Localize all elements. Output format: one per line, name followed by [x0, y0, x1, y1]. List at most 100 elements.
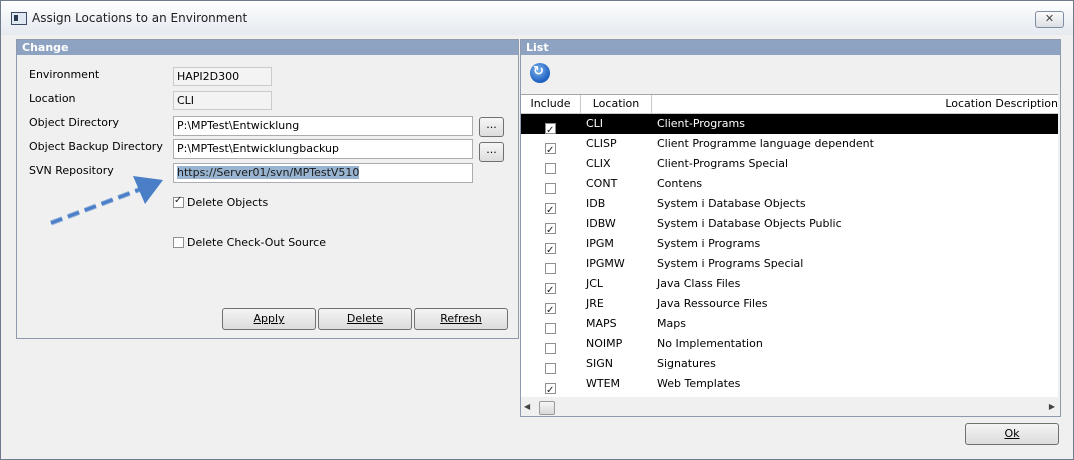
svn-repository-input[interactable]: https://Server01/svn/MPTestV510 — [173, 163, 473, 183]
table-row[interactable]: MAPS Maps — [521, 314, 1058, 334]
table-row[interactable]: JRE Java Ressource Files — [521, 294, 1058, 321]
include-checkbox[interactable] — [545, 121, 556, 141]
apply-button-label: Apply — [253, 312, 285, 325]
apply-button[interactable]: Apply — [222, 308, 316, 330]
horizontal-scrollbar[interactable]: ◀ ▶ — [522, 400, 1058, 415]
table-row[interactable]: NOIMP No Implementation — [521, 334, 1058, 354]
table-row[interactable]: IDBW System i Database Objects Public — [521, 214, 1058, 241]
annotation-arrow-icon — [50, 176, 163, 226]
location-code: IPGM — [586, 237, 614, 250]
location-code: JCL — [586, 277, 604, 290]
location-description: System i Programs Special — [657, 257, 804, 270]
environment-field: HAPI2D300 — [173, 67, 272, 86]
scroll-right-arrow-icon[interactable]: ▶ — [1049, 402, 1055, 411]
include-checkbox[interactable] — [545, 301, 556, 321]
refresh-button[interactable]: Refresh — [414, 308, 508, 330]
object-backup-directory-label: Object Backup Directory — [29, 140, 163, 153]
location-code: CLI — [586, 117, 604, 130]
location-description: Maps — [657, 317, 686, 330]
delete-checkout-option[interactable]: Delete Check-Out Source — [173, 235, 326, 249]
include-checkbox[interactable] — [545, 362, 556, 374]
location-code: IDBW — [586, 217, 616, 230]
ok-button[interactable]: Ok — [965, 423, 1059, 445]
object-directory-input[interactable]: P:\MPTest\Entwicklung — [173, 116, 473, 136]
location-code: JRE — [586, 297, 604, 310]
table-row[interactable]: IDB System i Database Objects — [521, 194, 1058, 221]
location-description: Client Programme language dependent — [657, 137, 874, 150]
location-code: CLIX — [586, 157, 611, 170]
app-window-icon — [11, 12, 27, 25]
location-code: IPGMW — [586, 257, 625, 270]
scrollbar-thumb[interactable] — [539, 401, 555, 415]
location-description: No Implementation — [657, 337, 763, 350]
location-code: WTEM — [586, 377, 621, 390]
list-panel-header: List — [521, 40, 1060, 55]
ok-button-label: Ok — [1004, 427, 1020, 440]
location-code: CLISP — [586, 137, 617, 150]
location-description: Web Templates — [657, 377, 741, 390]
column-header-include[interactable]: Include — [521, 95, 581, 113]
delete-checkout-checkbox[interactable] — [173, 236, 184, 248]
table-row[interactable]: JCL Java Class Files — [521, 274, 1058, 301]
location-description: Java Class Files — [657, 277, 741, 290]
delete-objects-label: Delete Objects — [187, 195, 269, 209]
refresh-button-label: Refresh — [440, 312, 482, 325]
location-description: Signatures — [657, 357, 716, 370]
location-code: MAPS — [586, 317, 617, 330]
table-row[interactable]: CLI Client-Programs — [521, 114, 1058, 141]
object-backup-directory-input[interactable]: P:\MPTest\Entwicklungbackup — [173, 139, 473, 159]
table-row[interactable]: CLISP Client Programme language dependen… — [521, 134, 1058, 161]
location-description: Client-Programs Special — [657, 157, 789, 170]
column-header-description[interactable]: Location Description — [652, 95, 1058, 113]
location-description: System i Database Objects Public — [657, 217, 842, 230]
object-directory-browse-button[interactable]: ... — [479, 117, 504, 137]
column-header-location[interactable]: Location — [581, 95, 652, 113]
table-row[interactable]: WTEM Web Templates — [521, 374, 1058, 397]
location-code: NOIMP — [586, 337, 623, 350]
object-directory-label: Object Directory — [29, 116, 120, 129]
include-checkbox[interactable] — [545, 241, 556, 261]
environment-label: Environment — [29, 68, 100, 81]
list-panel: List Include Location Location Descripti… — [520, 39, 1061, 417]
location-code: CONT — [586, 177, 618, 190]
location-description: System i Database Objects — [657, 197, 806, 210]
include-checkbox[interactable] — [545, 381, 556, 397]
table-row[interactable]: IPGM System i Programs — [521, 234, 1058, 261]
table-row[interactable]: SIGN Signatures — [521, 354, 1058, 374]
location-code: SIGN — [586, 357, 613, 370]
delete-objects-checkbox[interactable] — [173, 195, 184, 208]
location-label: Location — [29, 92, 76, 105]
window-title: Assign Locations to an Environment — [32, 11, 248, 25]
include-checkbox[interactable] — [545, 342, 556, 354]
close-button[interactable]: ✕ — [1035, 11, 1064, 28]
location-description: Contens — [657, 177, 703, 190]
include-checkbox[interactable] — [545, 221, 556, 241]
include-checkbox[interactable] — [545, 322, 556, 334]
location-description: Client-Programs — [657, 117, 745, 130]
delete-button[interactable]: Delete — [318, 308, 412, 330]
scroll-left-arrow-icon[interactable]: ◀ — [524, 402, 530, 411]
grid-header: Include Location Location Description — [521, 95, 1058, 114]
table-row[interactable]: CONT Contens — [521, 174, 1058, 194]
dialog-window: Assign Locations to an Environment ✕ Cha… — [0, 0, 1074, 460]
table-row[interactable]: CLIX Client-Programs Special — [521, 154, 1058, 174]
delete-checkout-label: Delete Check-Out Source — [187, 235, 326, 249]
refresh-icon[interactable] — [530, 63, 550, 83]
object-backup-directory-browse-button[interactable]: ... — [479, 142, 504, 162]
include-checkbox[interactable] — [545, 281, 556, 301]
include-checkbox[interactable] — [545, 182, 556, 194]
locations-grid: Include Location Location Description CL… — [521, 94, 1058, 397]
delete-button-label: Delete — [346, 312, 384, 325]
table-row[interactable]: IPGMW System i Programs Special — [521, 254, 1058, 274]
include-checkbox[interactable] — [545, 141, 556, 161]
location-description: System i Programs — [657, 237, 761, 250]
include-checkbox[interactable] — [545, 162, 556, 174]
svn-repository-selected-text: https://Server01/svn/MPTestV510 — [177, 166, 360, 179]
location-code: IDB — [586, 197, 606, 210]
include-checkbox[interactable] — [545, 201, 556, 221]
include-checkbox[interactable] — [545, 262, 556, 274]
location-field: CLI — [173, 91, 272, 110]
delete-objects-option[interactable]: Delete Objects — [173, 195, 268, 209]
location-description: Java Ressource Files — [657, 297, 768, 310]
title-bar: Assign Locations to an Environment ✕ — [1, 1, 1073, 35]
